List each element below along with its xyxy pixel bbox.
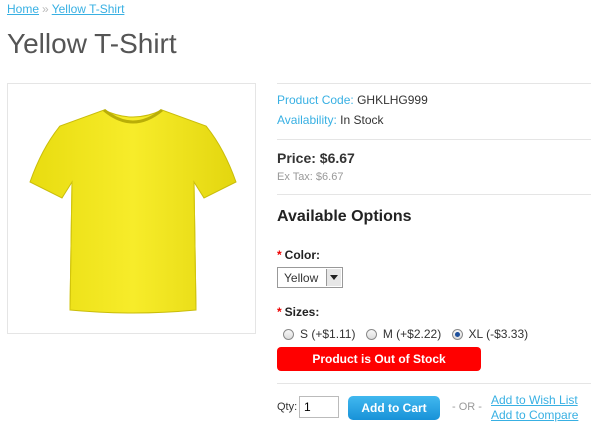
product-image[interactable] bbox=[7, 83, 256, 334]
ex-tax: Ex Tax: $6.67 bbox=[277, 171, 344, 183]
qty-input[interactable] bbox=[299, 396, 339, 418]
required-mark: * bbox=[277, 305, 282, 319]
color-label: * Color: bbox=[277, 248, 320, 262]
page-title: Yellow T-Shirt bbox=[7, 28, 177, 59]
radio-button-selected[interactable] bbox=[451, 328, 463, 340]
size-option-label: S (+$1.11) bbox=[300, 327, 356, 341]
product-code-label: Product Code: bbox=[277, 93, 354, 107]
divider bbox=[277, 194, 591, 195]
product-code-value: GHKLHG999 bbox=[357, 93, 428, 107]
add-to-cart-button[interactable]: Add to Cart bbox=[348, 396, 440, 420]
or-separator: - OR - bbox=[452, 401, 482, 413]
radio-button[interactable] bbox=[365, 328, 377, 340]
color-select[interactable]: Yellow bbox=[277, 267, 343, 288]
qty-label: Qty: bbox=[277, 401, 298, 413]
size-radio-group: S (+$1.11) M (+$2.22) XL (-$3.33) bbox=[283, 327, 535, 343]
sizes-label: * Sizes: bbox=[277, 305, 319, 319]
divider bbox=[277, 383, 591, 384]
size-option-label: M (+$2.22) bbox=[382, 327, 442, 341]
size-option-xl[interactable]: XL (-$3.33) bbox=[451, 327, 529, 341]
add-to-compare-link[interactable]: Add to Compare bbox=[491, 408, 578, 423]
add-to-wishlist-link[interactable]: Add to Wish List bbox=[491, 393, 578, 408]
sizes-label-text: Sizes: bbox=[284, 305, 320, 319]
divider bbox=[277, 83, 591, 84]
color-select-value: Yellow bbox=[284, 271, 319, 285]
required-mark: * bbox=[277, 248, 282, 262]
divider bbox=[277, 139, 591, 140]
breadcrumb-separator: » bbox=[42, 2, 49, 16]
availability-label: Availability: bbox=[277, 113, 337, 127]
size-option-m[interactable]: M (+$2.22) bbox=[365, 327, 442, 341]
secondary-actions: Add to Wish List Add to Compare bbox=[491, 393, 578, 423]
price: Price: $6.67 bbox=[277, 150, 355, 166]
size-option-s[interactable]: S (+$1.11) bbox=[283, 327, 355, 341]
color-label-text: Color: bbox=[284, 248, 320, 262]
out-of-stock-notice: Product is Out of Stock bbox=[277, 347, 481, 371]
radio-button[interactable] bbox=[283, 328, 294, 340]
product-code: Product Code: GHKLHG999 bbox=[277, 93, 428, 107]
breadcrumb-home-link[interactable]: Home bbox=[7, 2, 39, 16]
options-heading: Available Options bbox=[277, 208, 412, 225]
chevron-down-icon[interactable] bbox=[326, 269, 341, 286]
size-option-label: XL (-$3.33) bbox=[468, 327, 529, 341]
availability: Availability: In Stock bbox=[277, 113, 384, 127]
yellow-tshirt-image bbox=[29, 108, 237, 314]
availability-value: In Stock bbox=[340, 113, 384, 127]
breadcrumb: Home» Yellow T-Shirt bbox=[7, 2, 124, 16]
breadcrumb-current-link[interactable]: Yellow T-Shirt bbox=[52, 2, 125, 16]
